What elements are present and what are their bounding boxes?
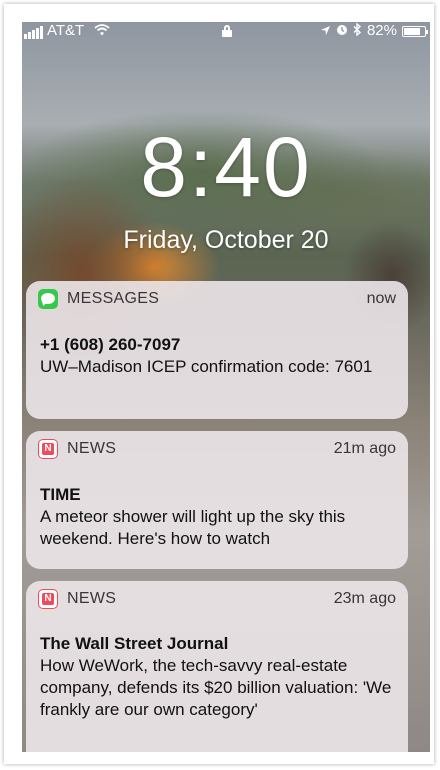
- notification-app-name: NEWS: [67, 440, 117, 457]
- notification-news-wsj[interactable]: N NEWS 23m ago The Wall Street Journal H…: [26, 581, 408, 752]
- notification-news-time[interactable]: N NEWS 21m ago TIME A meteor shower will…: [26, 431, 408, 569]
- status-left: AT&T: [24, 23, 110, 39]
- lock-icon: [222, 25, 232, 37]
- notification-title: The Wall Street Journal: [40, 634, 229, 653]
- battery-icon: [402, 25, 428, 37]
- lock-screen-date: Friday, October 20: [123, 226, 329, 254]
- lock-screen: AT&T 82% 8:40 Friday, October 20 MESSAGE…: [22, 22, 430, 752]
- carrier-name: AT&T: [47, 22, 85, 39]
- notification-app-name: MESSAGES: [67, 290, 160, 307]
- notification-time: 23m ago: [333, 590, 396, 607]
- alarm-icon: [336, 23, 348, 39]
- notification-body: How WeWork, the tech-savvy real-estate c…: [40, 656, 392, 719]
- notification-time: now: [366, 290, 396, 307]
- notification-body: UW–Madison ICEP confirmation code: 7601: [40, 357, 373, 376]
- notification-app-name: NEWS: [67, 590, 117, 607]
- battery-percent: 82%: [366, 22, 397, 39]
- notification-time: 21m ago: [333, 440, 396, 457]
- news-icon: N: [38, 439, 58, 459]
- notification-header: N NEWS 21m ago: [26, 431, 408, 459]
- notification-title: +1 (608) 260-7097: [40, 335, 181, 354]
- bluetooth-icon: [353, 22, 362, 39]
- location-icon: [320, 23, 331, 39]
- news-icon: N: [38, 589, 58, 609]
- notification-messages[interactable]: MESSAGES now +1 (608) 260-7097 UW–Madiso…: [26, 281, 408, 419]
- status-bar: AT&T 82%: [22, 22, 430, 42]
- notification-body: A meteor shower will light up the sky th…: [40, 507, 346, 548]
- notification-title: TIME: [40, 485, 81, 504]
- signal-icon: [24, 26, 43, 39]
- messages-icon: [38, 289, 58, 309]
- status-right: 82%: [320, 22, 428, 39]
- wifi-icon: [94, 24, 110, 39]
- lock-screen-time: 8:40: [140, 120, 312, 214]
- notification-header: N NEWS 23m ago: [26, 581, 408, 609]
- notification-header: MESSAGES now: [26, 281, 408, 309]
